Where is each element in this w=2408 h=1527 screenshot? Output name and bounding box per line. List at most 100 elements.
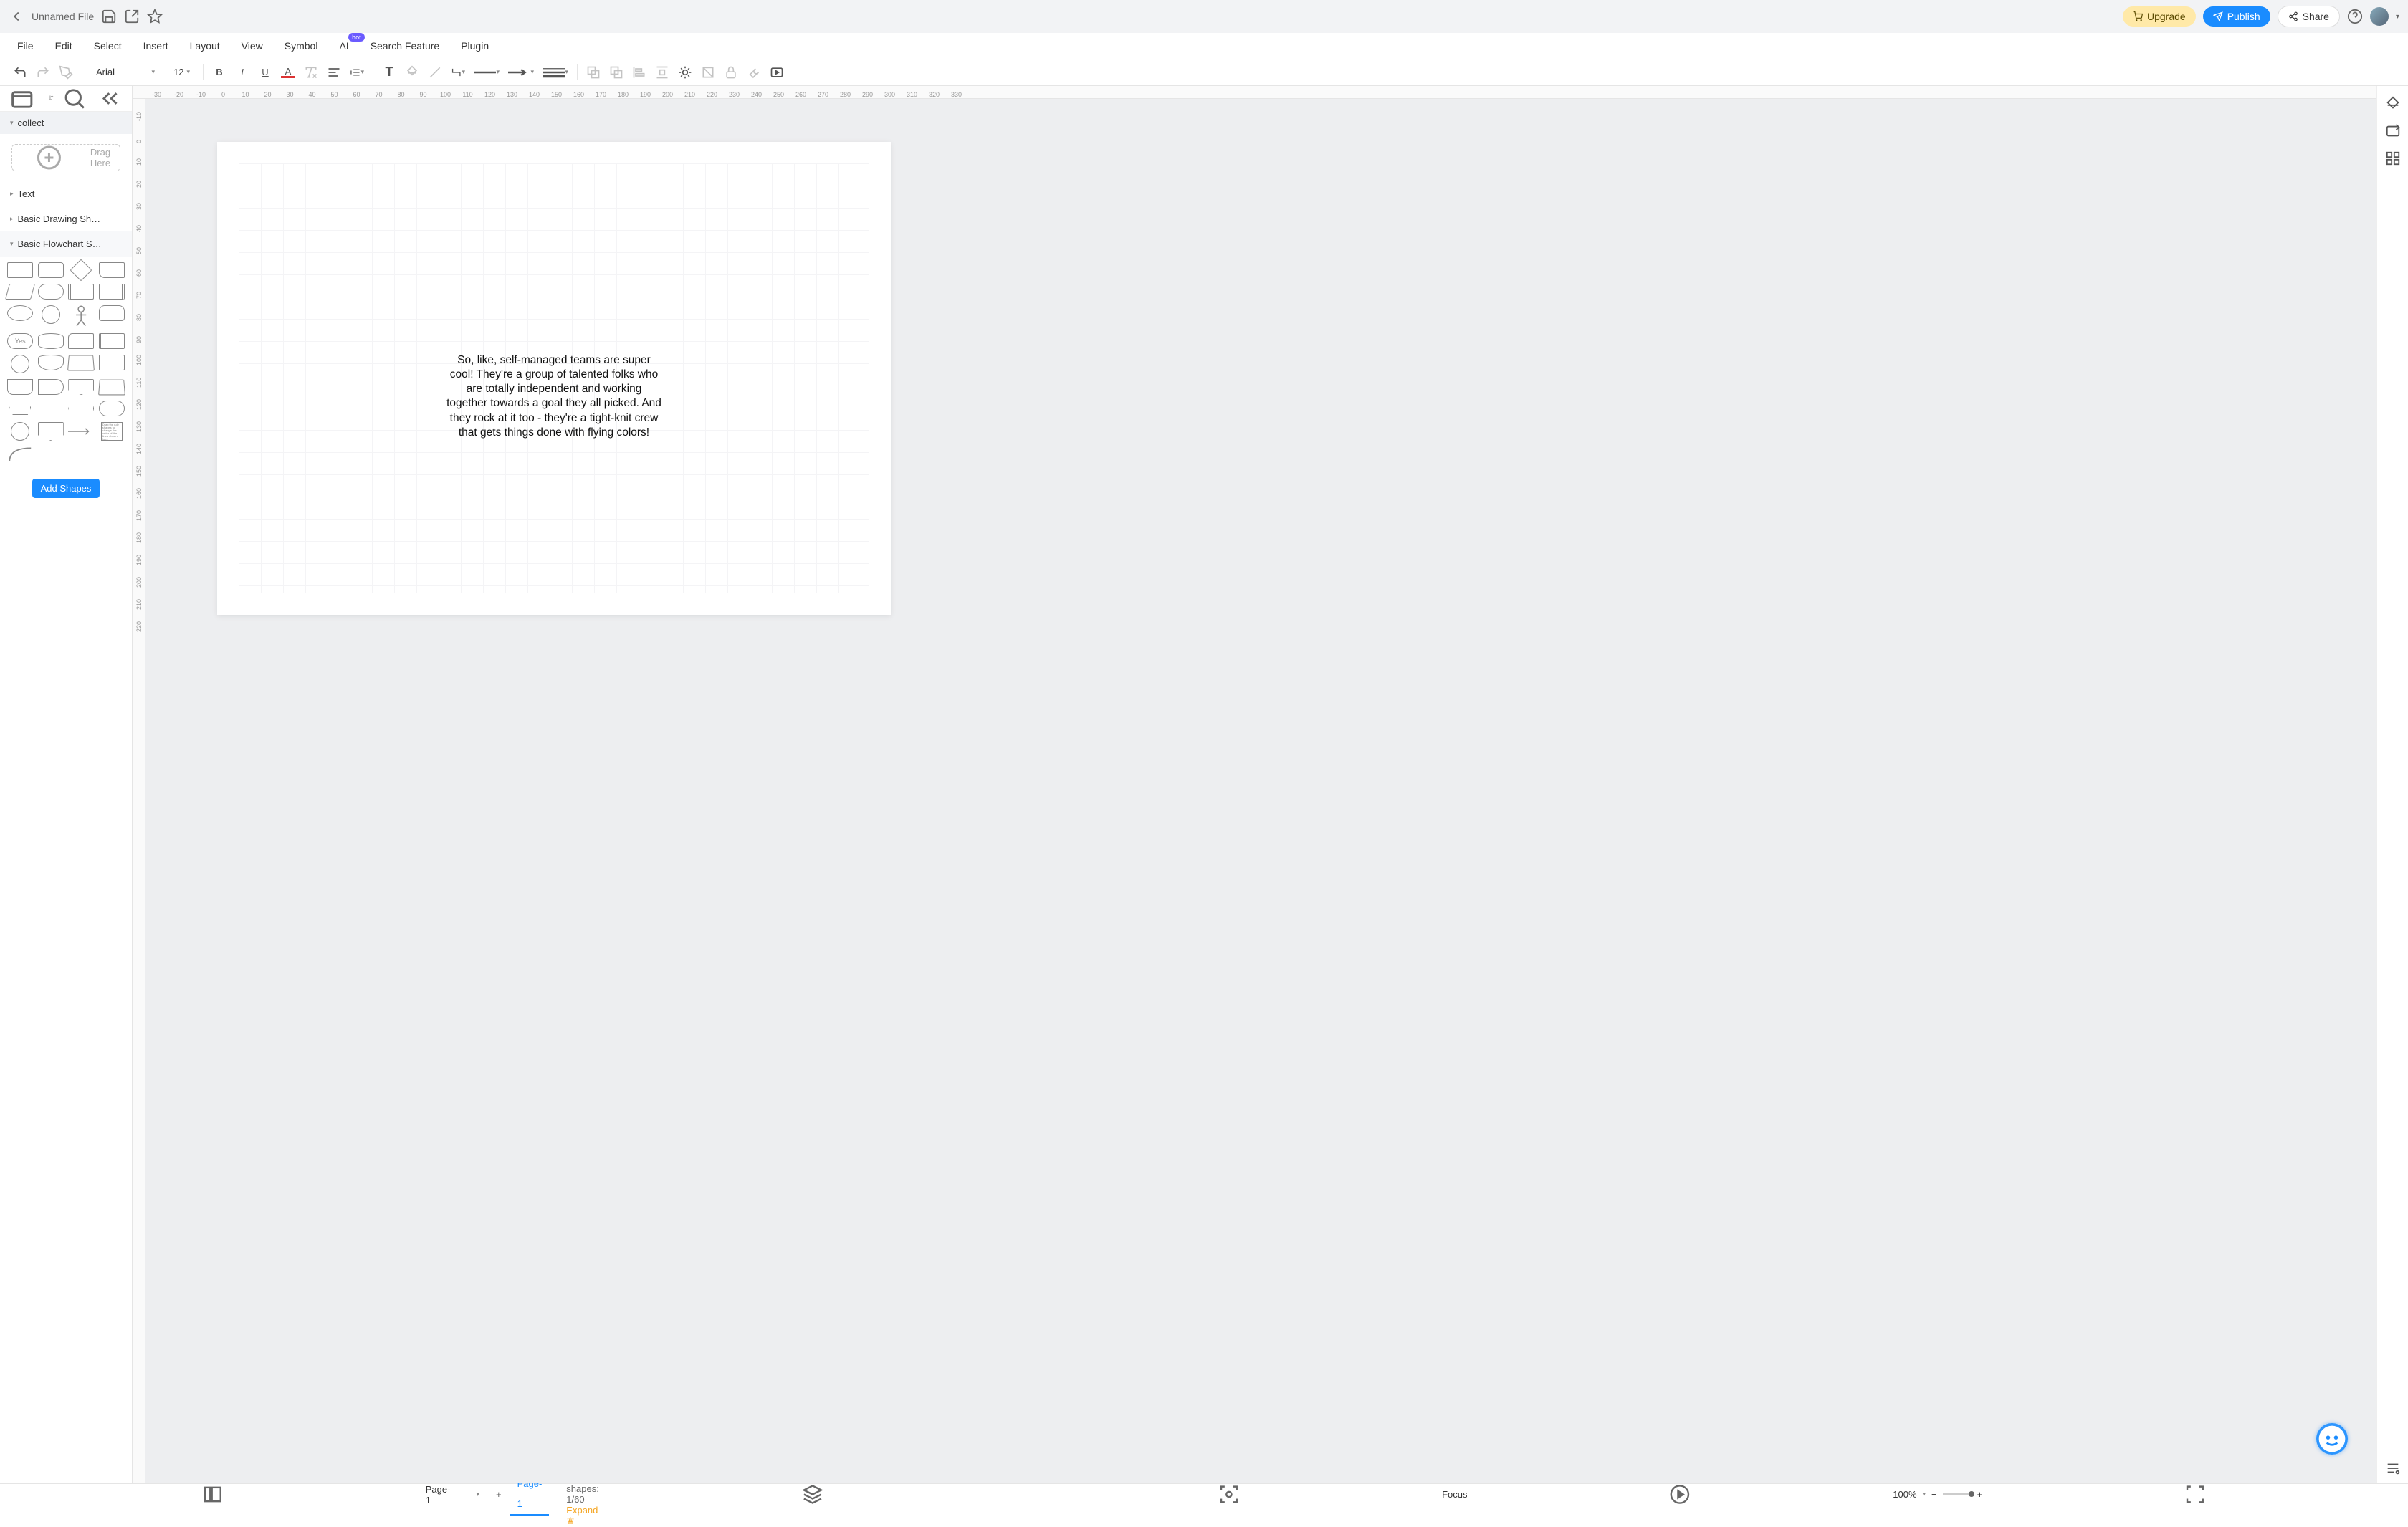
- canvas-text-block[interactable]: So, like, self-managed teams are super c…: [446, 353, 661, 440]
- align-icon[interactable]: [327, 65, 341, 80]
- shape-loop[interactable]: [68, 401, 94, 416]
- export-panel-icon[interactable]: [2385, 123, 2401, 139]
- align-obj-icon[interactable]: [632, 65, 646, 80]
- share-button[interactable]: Share: [2278, 6, 2340, 27]
- shape-arc[interactable]: [8, 446, 33, 463]
- text-color-icon[interactable]: A: [281, 66, 295, 78]
- back-icon[interactable]: [9, 9, 24, 24]
- shape-internal[interactable]: [99, 333, 125, 349]
- zoom-out-icon[interactable]: −: [1931, 1489, 1937, 1500]
- redo-icon[interactable]: [36, 65, 50, 80]
- menu-select[interactable]: Select: [94, 40, 122, 52]
- panel-caret[interactable]: ⇵: [48, 95, 54, 102]
- menu-search-feature[interactable]: Search Feature: [371, 40, 440, 52]
- shape-delay[interactable]: [38, 379, 64, 395]
- back-icon[interactable]: [609, 65, 624, 80]
- menu-file[interactable]: File: [17, 40, 34, 52]
- fill-panel-icon[interactable]: [2385, 96, 2401, 112]
- crop-icon[interactable]: [701, 65, 715, 80]
- outline-panel-icon[interactable]: [2385, 1460, 2401, 1476]
- zoom-in-icon[interactable]: +: [1977, 1489, 1983, 1500]
- shape-line[interactable]: [38, 408, 64, 409]
- shape-storage[interactable]: [99, 355, 125, 370]
- canvas-page[interactable]: So, like, self-managed teams are super c…: [217, 142, 891, 615]
- effects-icon[interactable]: [678, 65, 692, 80]
- line-dash-icon[interactable]: ▾: [474, 65, 500, 80]
- expand-link[interactable]: Expand: [566, 1505, 598, 1516]
- format-painter-icon[interactable]: [59, 65, 73, 80]
- canvas-viewport[interactable]: So, like, self-managed teams are super c…: [145, 99, 2376, 1483]
- shape-connector[interactable]: [11, 422, 29, 441]
- menu-insert[interactable]: Insert: [143, 40, 168, 52]
- add-page-icon[interactable]: +: [496, 1487, 502, 1503]
- upgrade-button[interactable]: Upgrade: [2123, 6, 2196, 27]
- shape-predef2[interactable]: [99, 284, 125, 300]
- collect-section[interactable]: ▾collect: [0, 112, 132, 134]
- menu-edit[interactable]: Edit: [55, 40, 72, 52]
- focus-label[interactable]: Focus: [1442, 1489, 1467, 1500]
- underline-icon[interactable]: U: [258, 65, 272, 80]
- shape-tape[interactable]: [7, 379, 33, 395]
- shape-actor[interactable]: [72, 305, 90, 327]
- front-icon[interactable]: [586, 65, 601, 80]
- font-select[interactable]: Arial▾: [91, 64, 160, 80]
- page-select[interactable]: Page-1▾: [426, 1484, 487, 1506]
- shape-term2[interactable]: [99, 401, 125, 416]
- arrow-start-icon[interactable]: ▾: [508, 65, 534, 80]
- line-spacing-icon[interactable]: ▾: [350, 65, 364, 80]
- collapse-icon[interactable]: [95, 86, 125, 111]
- chat-assistant-icon[interactable]: [2316, 1423, 2348, 1455]
- shape-yes[interactable]: Yes: [7, 333, 33, 349]
- shape-db[interactable]: [11, 355, 29, 373]
- shape-trap[interactable]: [98, 380, 125, 396]
- drag-here-dropzone[interactable]: Drag Here: [11, 144, 120, 171]
- shape-hex[interactable]: [9, 401, 31, 415]
- menu-ai[interactable]: AIhot: [339, 40, 348, 52]
- menu-symbol[interactable]: Symbol: [285, 40, 318, 52]
- shape-predef[interactable]: [68, 284, 94, 300]
- apps-panel-icon[interactable]: [2385, 150, 2401, 166]
- pages-icon[interactable]: [9, 1484, 417, 1505]
- focus-target-icon[interactable]: [1025, 1484, 1433, 1505]
- shape-arrow[interactable]: [68, 422, 95, 441]
- line-style-icon[interactable]: [428, 65, 442, 80]
- connector-icon[interactable]: ▾: [451, 65, 465, 80]
- tools-icon[interactable]: [747, 65, 761, 80]
- flowchart-section[interactable]: ▾Basic Flowchart S…: [0, 231, 132, 257]
- menu-view[interactable]: View: [242, 40, 263, 52]
- help-icon[interactable]: [2347, 9, 2363, 24]
- menu-layout[interactable]: Layout: [190, 40, 220, 52]
- layers-icon[interactable]: [608, 1484, 1017, 1505]
- shape-cylinder[interactable]: [38, 333, 64, 349]
- shape-card[interactable]: [68, 333, 94, 349]
- zoom-control[interactable]: 100%▾ − +: [1893, 1489, 1982, 1500]
- star-icon[interactable]: [147, 9, 163, 24]
- shape-display[interactable]: [99, 305, 125, 321]
- distribute-icon[interactable]: [655, 65, 669, 80]
- account-menu-caret[interactable]: ▾: [2396, 13, 2399, 21]
- line-weight-icon[interactable]: ▾: [543, 65, 568, 80]
- shape-diamond[interactable]: [70, 259, 92, 281]
- shape-note[interactable]: Drag the rule shapes to change the order…: [101, 422, 123, 441]
- export-icon[interactable]: [124, 9, 140, 24]
- preview-icon[interactable]: [770, 65, 784, 80]
- shape-manop[interactable]: [38, 355, 64, 370]
- font-size-select[interactable]: 12▾: [168, 64, 194, 80]
- avatar[interactable]: [2370, 7, 2389, 26]
- shape-roundrect[interactable]: [38, 262, 64, 278]
- lock-icon[interactable]: [724, 65, 738, 80]
- clear-format-icon[interactable]: [304, 65, 318, 80]
- add-shapes-button[interactable]: Add Shapes: [32, 479, 100, 498]
- save-icon[interactable]: [101, 9, 117, 24]
- text-section[interactable]: ▸Text: [0, 181, 132, 206]
- italic-icon[interactable]: I: [235, 65, 249, 80]
- menu-plugin[interactable]: Plugin: [461, 40, 489, 52]
- shape-offpage2[interactable]: [38, 422, 64, 441]
- shape-doc[interactable]: [99, 262, 125, 278]
- search-icon[interactable]: [59, 86, 89, 111]
- shape-rect[interactable]: [7, 262, 33, 278]
- publish-button[interactable]: Publish: [2203, 6, 2270, 27]
- shape-offpage[interactable]: [68, 379, 94, 395]
- play-icon[interactable]: [1476, 1484, 1884, 1505]
- shape-circle[interactable]: [42, 305, 60, 324]
